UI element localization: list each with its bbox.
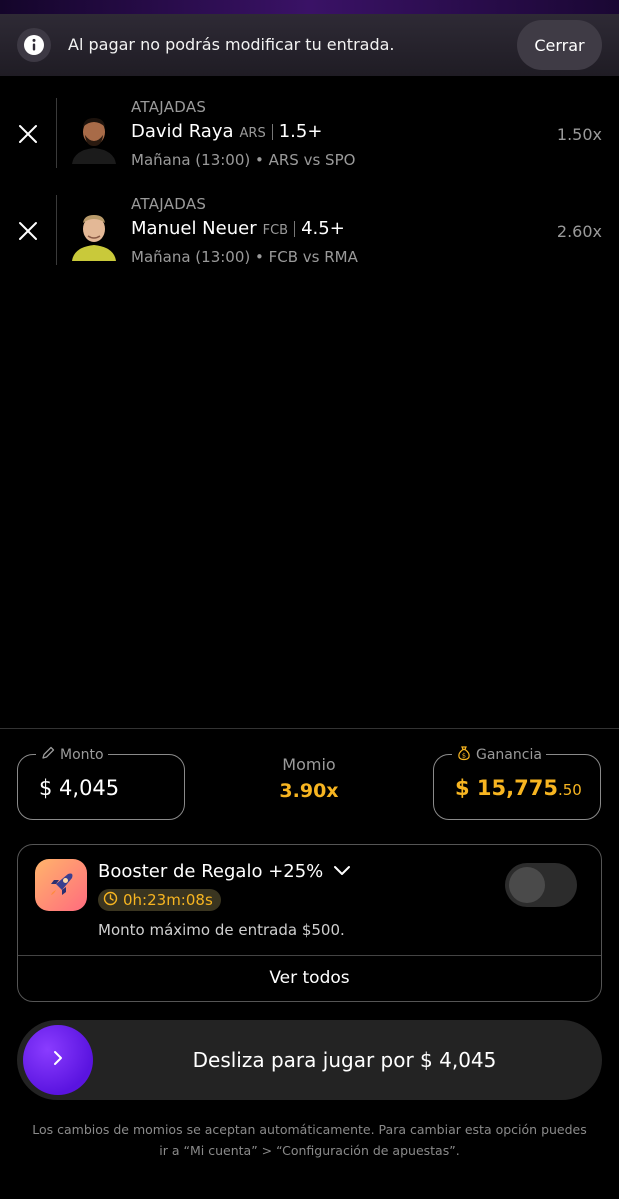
booster-note: Monto máximo de entrada $500.: [98, 921, 345, 939]
booster-card: Booster de Regalo +25% 0h:23m:08s Monto …: [17, 844, 602, 1002]
booster-title-text: Booster de Regalo +25%: [98, 861, 324, 882]
leg-divider: [56, 195, 57, 265]
chevron-right-icon: [51, 1049, 65, 1071]
separator: [294, 220, 296, 237]
slider-label: Desliza para jugar por $ 4,045: [192, 1048, 497, 1072]
winnings-main: $ 15,775: [455, 776, 558, 800]
odds-label: Momio: [282, 755, 336, 774]
odds-summary: Momio 3.90x: [234, 755, 384, 802]
pencil-icon: [40, 745, 56, 765]
bet-slip-screen: Al pagar no podrás modificar tu entrada.…: [0, 0, 619, 1199]
see-all-button[interactable]: Ver todos: [18, 955, 601, 1001]
match-info: Mañana (13:00) • FCB vs RMA: [131, 248, 358, 266]
amount-value: $ 4,045: [39, 776, 120, 800]
team-code: FCB: [262, 223, 289, 238]
close-icon[interactable]: [17, 123, 39, 145]
rocket-icon: [35, 859, 87, 911]
team-code: ARS: [239, 126, 266, 141]
winnings-value: $ 15,775.50: [455, 776, 582, 800]
booster-title[interactable]: Booster de Regalo +25%: [98, 861, 351, 882]
booster-timer: 0h:23m:08s: [98, 889, 221, 911]
winnings-cents: .50: [557, 781, 582, 799]
info-banner: Al pagar no podrás modificar tu entrada.…: [0, 14, 619, 76]
swipe-to-play-slider[interactable]: Desliza para jugar por $ 4,045: [17, 1020, 602, 1100]
section-divider: [0, 728, 619, 729]
close-icon[interactable]: [17, 220, 39, 242]
close-banner-button[interactable]: Cerrar: [517, 20, 602, 70]
separator: [271, 123, 273, 140]
chevron-down-icon[interactable]: [333, 861, 351, 882]
svg-text:$: $: [462, 751, 466, 759]
leg-multiplier: 2.60x: [556, 222, 602, 241]
booster-toggle[interactable]: [505, 863, 577, 907]
odds-change-notice: Los cambios de momios se aceptan automát…: [14, 1119, 605, 1161]
stat-category: ATAJADAS: [131, 98, 207, 116]
toggle-knob: [509, 867, 545, 903]
notice-line-2: ir a “Mi cuenta” > “Configuración de apu…: [159, 1143, 460, 1158]
winnings-label: $ Ganancia: [452, 745, 546, 765]
player-avatar: [66, 108, 122, 164]
money-bag-icon: $: [456, 745, 472, 765]
match-info: Mañana (13:00) • ARS vs SPO: [131, 151, 356, 169]
winnings-label-text: Ganancia: [476, 747, 542, 763]
booster-timer-text: 0h:23m:08s: [123, 891, 213, 909]
player-avatar: [66, 205, 122, 261]
clock-icon: [103, 891, 118, 910]
info-icon: [17, 28, 51, 62]
amount-field[interactable]: Monto $ 4,045: [17, 745, 185, 820]
top-glow: [0, 0, 619, 14]
amount-label-text: Monto: [60, 747, 104, 763]
slider-handle[interactable]: [23, 1025, 93, 1095]
stat-category: ATAJADAS: [131, 195, 207, 213]
leg-divider: [56, 98, 57, 168]
notice-line-1: Los cambios de momios se aceptan automát…: [32, 1122, 587, 1137]
amount-label: Monto: [36, 745, 108, 765]
bet-leg: ATAJADAS Manuel Neuer FCB 4.5+ Mañana (1…: [0, 195, 619, 285]
leg-multiplier: 1.50x: [556, 125, 602, 144]
line-value: 4.5+: [301, 218, 345, 239]
odds-value: 3.90x: [279, 780, 339, 802]
player-name: David Raya: [131, 121, 234, 142]
player-name: Manuel Neuer: [131, 218, 257, 239]
line-value: 1.5+: [278, 121, 323, 142]
player-line: Manuel Neuer FCB 4.5+: [131, 218, 345, 239]
banner-message: Al pagar no podrás modificar tu entrada.: [68, 35, 395, 54]
player-line: David Raya ARS 1.5+: [131, 121, 322, 142]
bet-leg: ATAJADAS David Raya ARS 1.5+ Mañana (13:…: [0, 98, 619, 188]
winnings-field: $ Ganancia $ 15,775.50: [433, 745, 601, 820]
